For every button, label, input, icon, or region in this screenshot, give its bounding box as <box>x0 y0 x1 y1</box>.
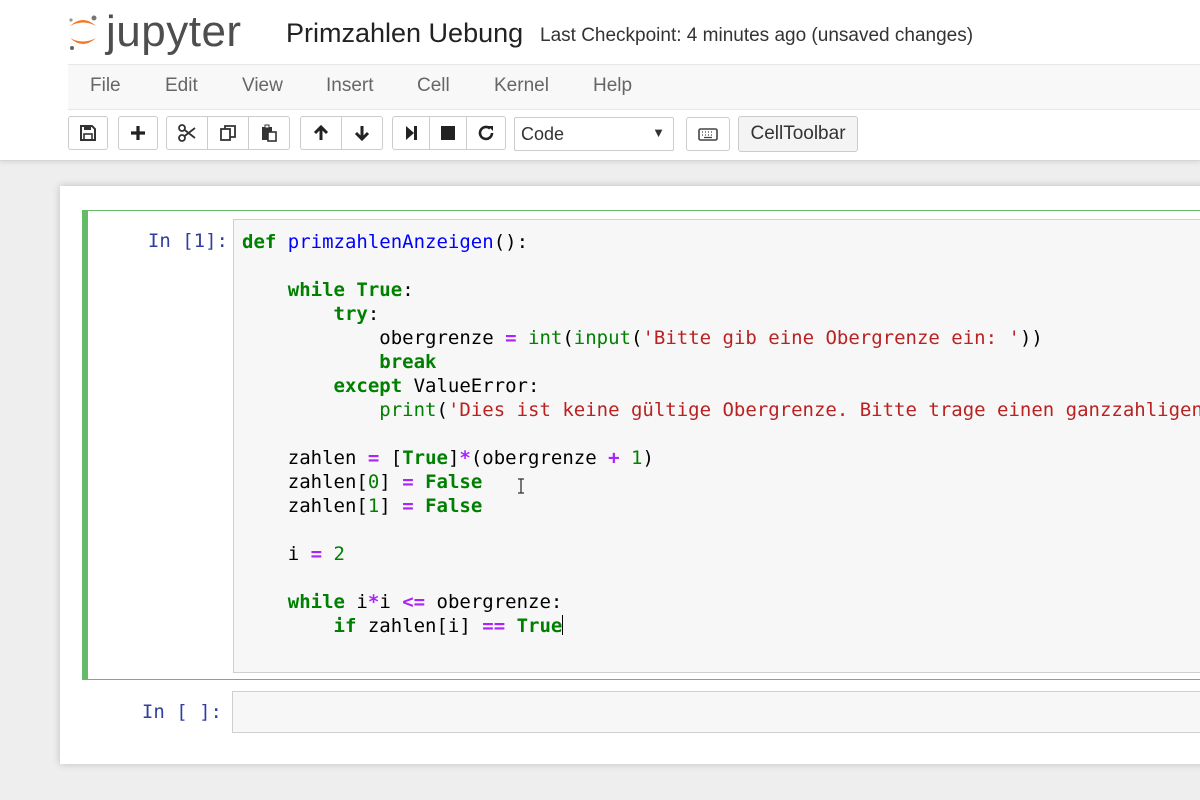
menu-edit[interactable]: Edit <box>165 75 198 97</box>
refresh-icon <box>478 125 494 141</box>
run-cell-button[interactable] <box>392 116 430 150</box>
interrupt-kernel-button[interactable] <box>429 116 467 150</box>
code-line: while i*i <= obergrenze: <box>287 591 563 613</box>
save-button[interactable] <box>68 116 108 150</box>
paste-icon <box>262 124 277 142</box>
arrow-down-icon <box>354 126 370 142</box>
menu-kernel[interactable]: Kernel <box>494 75 549 97</box>
text-caret <box>562 615 564 635</box>
code-line: def primzahlenAnzeigen(): <box>242 231 529 253</box>
code-line: zahlen[1] = False <box>242 495 483 517</box>
move-up-button[interactable] <box>300 116 342 150</box>
cell-type-select[interactable]: Code ▼ <box>514 117 674 151</box>
jupyter-logo-icon <box>69 15 97 50</box>
dropdown-arrow-icon: ▼ <box>652 125 665 140</box>
code-editor[interactable]: def primzahlenAnzeigen(): while True: tr… <box>233 219 1200 673</box>
menu-view[interactable]: View <box>242 75 283 97</box>
code-line: i = 2 <box>242 543 345 565</box>
copy-button[interactable] <box>207 116 249 150</box>
menu-insert[interactable]: Insert <box>326 75 374 97</box>
menu-file[interactable]: File <box>90 75 121 97</box>
copy-icon <box>220 125 236 141</box>
code-line: except ValueError: <box>333 375 540 397</box>
step-forward-icon <box>406 126 417 140</box>
jupyter-logo[interactable]: jupyter <box>66 8 242 56</box>
keyboard-icon <box>698 128 718 141</box>
code-line: if zahlen[i] == True <box>333 615 564 637</box>
cell-type-value: Code <box>521 123 565 144</box>
menu-bar: File Edit View Insert Cell Kernel Help <box>68 64 1200 110</box>
command-palette-button[interactable] <box>686 117 730 151</box>
code-line: zahlen = [True]*(obergrenze + 1) <box>242 447 654 469</box>
code-cell-selected[interactable]: In [1]: def primzahlenAnzeigen(): while … <box>82 210 1200 680</box>
ibeam-cursor-icon <box>518 478 524 494</box>
cut-icon <box>178 124 196 142</box>
paste-button[interactable] <box>248 116 290 150</box>
celltoolbar-button[interactable]: CellToolbar <box>738 116 858 152</box>
logo-text: jupyter <box>106 7 242 56</box>
save-icon <box>80 125 96 141</box>
input-prompt: In [ ]: <box>141 701 222 723</box>
restart-kernel-button[interactable] <box>466 116 506 150</box>
menu-help[interactable]: Help <box>593 75 632 97</box>
empty-code-cell[interactable] <box>232 691 1200 733</box>
code-line: zahlen[0] = False <box>242 471 483 493</box>
code-line: obergrenze = int(input('Bitte gib eine O… <box>242 327 1043 349</box>
menu-cell[interactable]: Cell <box>417 75 450 97</box>
move-down-button[interactable] <box>341 116 383 150</box>
cut-button[interactable] <box>166 116 208 150</box>
arrow-up-icon <box>313 124 329 140</box>
input-prompt: In [1]: <box>147 230 228 252</box>
code-line: print('Dies ist keine gültige Obergrenze… <box>379 399 1200 421</box>
stop-icon <box>441 126 455 140</box>
notebook-name[interactable]: Primzahlen Uebung <box>286 16 523 50</box>
insert-cell-button[interactable] <box>118 116 158 150</box>
plus-icon <box>131 126 145 140</box>
notebook-header: jupyter Primzahlen Uebung Last Checkpoin… <box>0 0 1200 161</box>
code-line: try: <box>333 303 380 325</box>
code-line: break <box>379 351 437 373</box>
checkpoint-status: Last Checkpoint: 4 minutes ago (unsaved … <box>540 25 974 46</box>
code-line: while True: <box>287 279 414 301</box>
notebook-container: In [1]: def primzahlenAnzeigen(): while … <box>60 186 1200 764</box>
